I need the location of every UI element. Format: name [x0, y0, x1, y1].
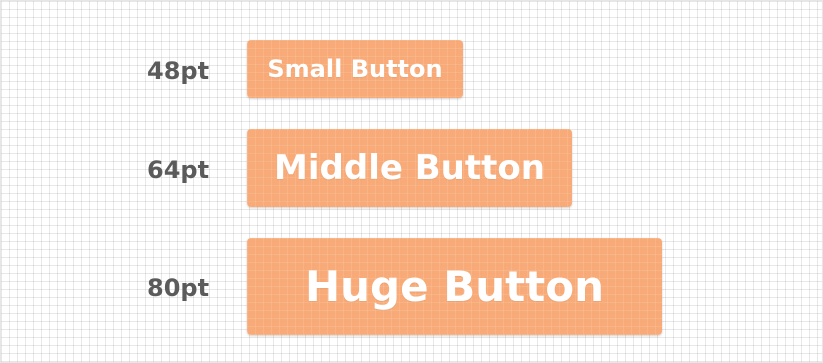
size-label-48pt: 48pt [147, 57, 210, 85]
huge-button[interactable]: Huge Button [247, 238, 662, 335]
size-label-64pt: 64pt [147, 156, 210, 184]
middle-button[interactable]: Middle Button [247, 129, 572, 207]
small-button[interactable]: Small Button [247, 40, 463, 98]
size-label-80pt: 80pt [147, 274, 210, 302]
grid-canvas: 48pt Small Button 64pt Middle Button 80p… [0, 0, 823, 363]
